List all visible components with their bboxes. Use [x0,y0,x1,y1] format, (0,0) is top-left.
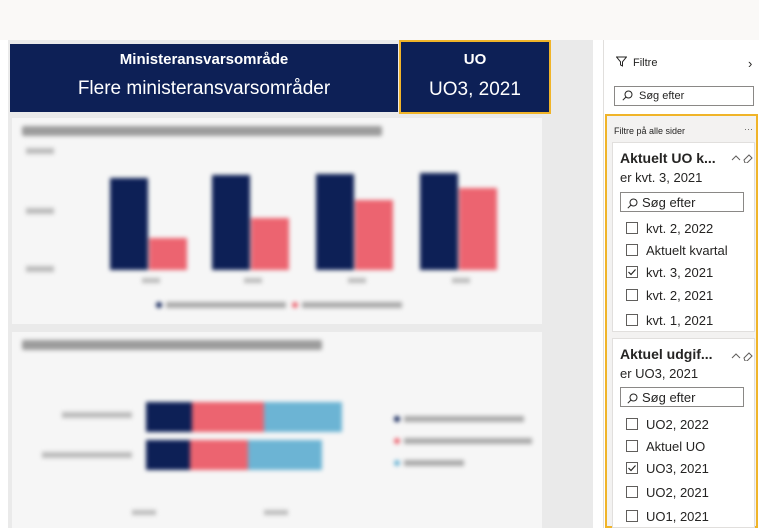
chevron-up-icon[interactable] [731,348,741,366]
checkbox[interactable] [626,510,638,522]
filter-option-label: kvt. 2, 2021 [646,287,714,303]
checkbox-checked[interactable] [626,266,638,278]
filter-card-uo-search-placeholder: Søg efter [642,390,696,405]
checkbox[interactable] [626,440,638,452]
search-icon [627,392,638,407]
chart-card-1 [12,118,542,324]
eraser-icon[interactable] [743,150,753,168]
filters-search-input[interactable]: Søg efter [614,86,754,106]
filter-option[interactable]: kvt. 1, 2021 [626,311,713,329]
chart-1-blurred-content [12,118,542,324]
chart-2-blurred-content [12,332,542,528]
filter-option-label: Aktuelt kvartal [646,242,728,258]
filter-card-uo-title[interactable]: Aktuel udgif... [620,346,713,362]
more-options-icon[interactable]: ··· [744,124,753,134]
filter-card-uo-subtitle: er UO3, 2021 [620,366,699,381]
checkbox-checked[interactable] [626,462,638,474]
uo-card[interactable]: UO UO3, 2021 [399,40,551,114]
checkbox[interactable] [626,418,638,430]
filter-option-label: Aktuel UO [646,438,706,454]
uo-title: UO [463,51,487,68]
filter-funnel-icon [615,56,628,70]
filter-option-label: UO2, 2021 [646,484,709,500]
filter-option[interactable]: UO1, 2021 [626,507,709,525]
ministerarea-title: Ministeransvarsområde [119,51,289,68]
search-icon [627,197,638,212]
search-icon [622,90,633,104]
filter-card-quarter-subtitle: er kvt. 3, 2021 [620,170,703,185]
filters-title: Filtre [633,57,658,69]
filter-card-quarter-search-placeholder: Søg efter [642,195,696,210]
filter-option-label: kvt. 2, 2022 [646,220,714,236]
chart-card-2 [12,332,542,528]
filter-option[interactable]: UO3, 2021 [626,459,709,477]
filter-option-label: UO3, 2021 [646,460,709,476]
filter-option-label: kvt. 1, 2021 [646,312,714,328]
filter-option[interactable]: Aktuelt kvartal [626,241,728,259]
filter-option[interactable]: kvt. 2, 2021 [626,286,713,304]
checkbox[interactable] [626,314,638,326]
checkbox[interactable] [626,222,638,234]
filter-option[interactable]: Aktuel UO [626,437,705,455]
ministerarea-value: Flere ministeransvarsområder [77,78,331,99]
chevron-up-icon[interactable] [731,150,741,168]
filter-card-quarter-search[interactable]: Søg efter [620,192,744,212]
filter-option[interactable]: UO2, 2021 [626,483,709,501]
ministerarea-card[interactable]: Ministeransvarsområde Flere ministeransv… [10,44,398,112]
filter-card-uo-search[interactable]: Søg efter [620,387,744,407]
checkbox[interactable] [626,486,638,498]
all-pages-label: Filtre på alle sider [614,126,686,136]
checkbox[interactable] [626,244,638,256]
filter-option[interactable]: kvt. 2, 2022 [626,219,713,237]
eraser-icon[interactable] [743,348,753,366]
uo-value: UO3, 2021 [429,79,521,100]
filter-option-label: kvt. 3, 2021 [646,264,714,280]
filters-search-placeholder: Søg efter [639,90,685,102]
collapse-pane-icon[interactable]: › [748,56,752,71]
filter-option[interactable]: kvt. 3, 2021 [626,263,713,281]
filter-option-label: UO2, 2022 [646,416,709,432]
filter-option[interactable]: UO2, 2022 [626,415,709,433]
top-strip [0,0,759,40]
filter-card-quarter-title[interactable]: Aktuelt UO k... [620,150,716,166]
checkbox[interactable] [626,289,638,301]
filters-header[interactable]: Filtre [615,56,658,70]
filter-option-label: UO1, 2021 [646,508,709,524]
